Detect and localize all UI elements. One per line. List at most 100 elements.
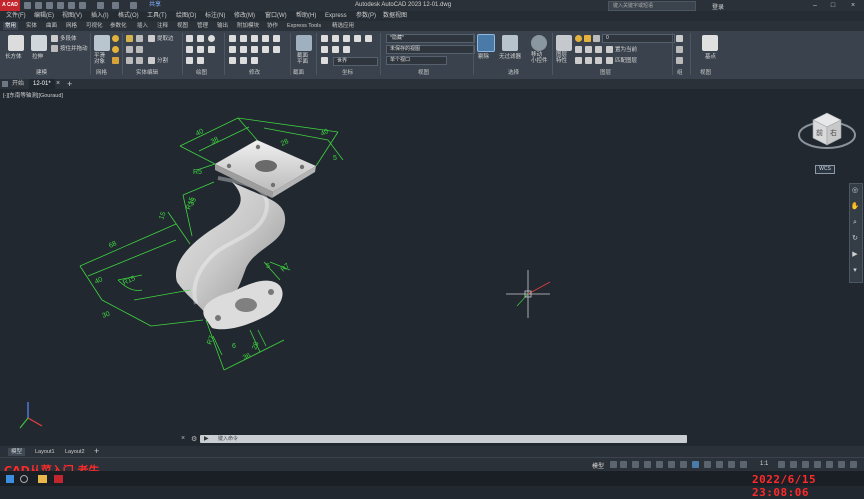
ucs-dropdown[interactable]: 世界 <box>333 57 378 66</box>
file-explorer-icon[interactable] <box>38 475 47 483</box>
minimize-button[interactable]: – <box>808 1 822 10</box>
osnap-track-icon[interactable] <box>668 461 675 468</box>
grid-icon[interactable] <box>610 461 617 468</box>
orbit-icon[interactable]: ↻ <box>850 234 860 244</box>
hardware-accel-icon[interactable] <box>826 461 833 468</box>
join-icon[interactable] <box>251 57 258 64</box>
saved-view-dropdown[interactable]: 未保存的视图 <box>386 45 475 54</box>
line-icon[interactable] <box>186 35 193 42</box>
zoom-icon[interactable]: ⌕ <box>850 218 860 228</box>
tab-manage[interactable]: 管理 <box>197 22 208 30</box>
copy-icon[interactable] <box>240 35 247 42</box>
presspull-icon[interactable] <box>51 45 58 52</box>
menu-format[interactable]: 格式(O) <box>118 12 139 20</box>
login-button[interactable]: 登录 <box>712 2 724 11</box>
taskbar-search-icon[interactable] <box>20 475 28 483</box>
undo-icon[interactable] <box>97 2 104 9</box>
viewport-config-dropdown[interactable]: 单个视口 <box>386 56 447 65</box>
culling-icon[interactable] <box>477 34 495 52</box>
redo-icon[interactable] <box>112 2 119 9</box>
menu-express[interactable]: Express <box>325 12 347 20</box>
box-label[interactable]: 长方体 <box>5 54 22 60</box>
group-edit-icon[interactable] <box>676 46 683 53</box>
close-cmd-icon[interactable]: × <box>181 435 185 442</box>
customize-icon[interactable] <box>850 461 857 468</box>
command-line-input[interactable] <box>200 435 687 443</box>
menu-insert[interactable]: 插入(I) <box>91 12 109 20</box>
menu-view[interactable]: 视图(V) <box>62 12 82 20</box>
3d-osnap-icon[interactable] <box>692 461 699 468</box>
ucs-x-icon[interactable] <box>354 35 361 42</box>
tab-collaborate[interactable]: 协作 <box>267 22 278 30</box>
array-icon[interactable] <box>262 46 269 53</box>
box-icon[interactable] <box>8 35 24 51</box>
layer-freeze-icon[interactable] <box>595 46 602 53</box>
autocad-logo[interactable]: A CAD <box>0 0 20 11</box>
tab-mesh[interactable]: 网格 <box>66 22 77 30</box>
menu-modify[interactable]: 修改(M) <box>234 12 255 20</box>
sphere-icon[interactable] <box>112 35 119 42</box>
menu-dataview[interactable]: 数据视图 <box>383 12 407 20</box>
thicken-icon[interactable] <box>136 57 143 64</box>
annotation-visibility-icon[interactable] <box>740 461 747 468</box>
polysolid-label[interactable]: 多段体 <box>60 36 77 42</box>
section-plane-label[interactable]: 截面 平面 <box>297 53 308 65</box>
nofilter-label[interactable]: 无过滤器 <box>499 54 521 60</box>
saveas-icon[interactable] <box>57 2 64 9</box>
smooth-object-icon[interactable] <box>94 35 110 51</box>
group-create-icon[interactable] <box>676 35 683 42</box>
ucs-face-icon[interactable] <box>343 46 350 53</box>
menu-window[interactable]: 窗口(W) <box>265 12 287 20</box>
tab-view[interactable]: 视图 <box>177 22 188 30</box>
set-current-label[interactable]: 置为当前 <box>615 47 637 53</box>
tab-insert[interactable]: 插入 <box>137 22 148 30</box>
tab-output[interactable]: 输出 <box>217 22 228 30</box>
match-layer-label[interactable]: 匹配图层 <box>615 58 637 64</box>
selection-filter-icon[interactable] <box>716 461 723 468</box>
split-icon[interactable] <box>148 57 155 64</box>
cmd-settings-icon[interactable]: ⚙ <box>191 435 197 443</box>
layer-off-icon[interactable] <box>575 46 582 53</box>
extract-edges-label[interactable]: 提取边 <box>157 36 174 42</box>
isolate-objects-icon[interactable] <box>814 461 821 468</box>
polysolid-icon[interactable] <box>51 35 58 42</box>
ortho-icon[interactable] <box>632 461 639 468</box>
tab-surface[interactable]: 曲面 <box>46 22 57 30</box>
circle-icon[interactable] <box>208 35 215 42</box>
section-plane-icon[interactable] <box>296 35 312 51</box>
fillet-icon[interactable] <box>229 46 236 53</box>
ucs-world-icon[interactable] <box>321 57 328 64</box>
layer-lock-icon[interactable] <box>593 35 600 42</box>
layer-dropdown[interactable]: 0 <box>602 34 675 43</box>
trim-icon[interactable] <box>240 46 247 53</box>
layer-properties-icon[interactable] <box>556 35 572 51</box>
menu-draw[interactable]: 绘图(D) <box>176 12 196 20</box>
menu-tools[interactable]: 工具(T) <box>147 12 167 20</box>
plot-icon[interactable] <box>79 2 86 9</box>
shell-icon[interactable] <box>126 57 133 64</box>
match-layer-icon[interactable] <box>606 57 613 64</box>
move-icon[interactable] <box>229 35 236 42</box>
hatch-icon[interactable] <box>186 57 193 64</box>
isodraft-icon[interactable] <box>656 461 663 468</box>
split-label[interactable]: 分割 <box>157 58 168 64</box>
slice-icon[interactable] <box>136 46 143 53</box>
close-tab-icon[interactable]: × <box>56 80 60 87</box>
ucs-origin-icon[interactable] <box>332 35 339 42</box>
annotation-scale[interactable]: 1:1 <box>760 461 768 467</box>
layer-bulb-icon[interactable] <box>575 35 582 42</box>
tab-drawing[interactable]: 12-01* <box>29 79 55 89</box>
move-gizmo-label[interactable]: 移动 小控件 <box>531 52 548 64</box>
visual-style-dropdown[interactable]: *隐藏* <box>386 34 475 43</box>
tab-layout2[interactable]: Layout2 <box>62 448 88 456</box>
arc-icon[interactable] <box>197 46 204 53</box>
add-layout-icon[interactable]: + <box>94 446 99 456</box>
cloud-icon[interactable] <box>68 2 75 9</box>
units-icon[interactable] <box>802 461 809 468</box>
tab-featured[interactable]: 精选应用 <box>332 22 354 30</box>
model-space-button[interactable]: 模型 <box>592 461 604 470</box>
extract-edges-icon[interactable] <box>148 35 155 42</box>
polar-icon[interactable] <box>644 461 651 468</box>
stretch-icon[interactable] <box>251 35 258 42</box>
layer-iso-icon[interactable] <box>585 46 592 53</box>
